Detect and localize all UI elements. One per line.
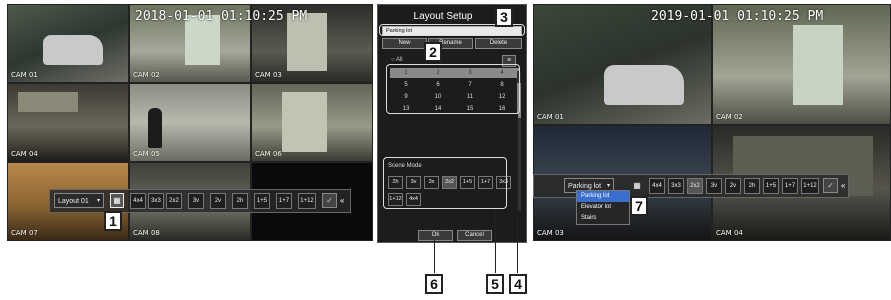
callout-5: 5	[486, 274, 504, 294]
layout-setup-icon: ▦	[113, 196, 121, 205]
layout-select-value: Parking lot	[568, 183, 602, 190]
all-checkbox[interactable]: ○ All	[391, 57, 403, 63]
callout-7: 7	[630, 196, 648, 216]
delete-button[interactable]: Delete	[475, 38, 522, 49]
split-1plus5-button[interactable]: 1+5	[254, 193, 270, 209]
split-1plus7-button[interactable]: 1+7	[782, 178, 798, 194]
layout-select[interactable]: Layout 01 ▾	[54, 193, 104, 208]
layout-setup-button[interactable]: ▦	[110, 193, 124, 208]
chevron-down-icon: ▾	[96, 198, 100, 204]
layout-select-value: Layout 01	[58, 198, 89, 205]
highlight-channel-grid	[386, 64, 520, 114]
new-button[interactable]: New	[382, 38, 427, 49]
split-2x2-button[interactable]: 2x2	[166, 193, 182, 209]
camera-label: CAM 03	[255, 71, 282, 79]
split-3v-button[interactable]: 3v	[188, 193, 204, 209]
right-screen: CAM 01 CAM 02 CAM 03 CAM 04 2019-01-01 0…	[533, 4, 891, 241]
checkmark-icon[interactable]: ✓	[823, 178, 838, 193]
callout-leader-6	[434, 240, 435, 273]
split-1plus12-button[interactable]: 1+12	[298, 193, 316, 209]
collapse-toolbar-button[interactable]: «	[841, 178, 847, 193]
timestamp: 2018-01-01 01:10:25 PM	[135, 9, 308, 24]
callout-leader-4	[517, 114, 518, 273]
split-2x2-button[interactable]: 2x2	[687, 178, 703, 194]
layout-setup-icon: ▦	[633, 181, 641, 190]
camera-tile-6[interactable]: CAM 06	[251, 83, 373, 162]
split-4x4-button[interactable]: 4x4	[649, 178, 665, 194]
camera-label: CAM 04	[716, 229, 743, 237]
split-3v-button[interactable]: 3v	[706, 178, 722, 194]
callout-6: 6	[425, 274, 443, 294]
cancel-button[interactable]: Cancel	[457, 230, 492, 241]
layout-setup-button[interactable]: ▦	[630, 178, 644, 193]
camera-label: CAM 02	[716, 113, 743, 121]
collapse-toolbar-button[interactable]: «	[340, 193, 348, 208]
split-2h-button[interactable]: 2h	[744, 178, 760, 194]
camera-tile-1[interactable]: CAM 01	[7, 4, 129, 83]
dropdown-item-parking-lot[interactable]: Parking lot	[577, 191, 629, 202]
highlight-scene-mode	[383, 157, 507, 209]
camera-label: CAM 08	[133, 229, 160, 237]
split-2v-button[interactable]: 2v	[725, 178, 741, 194]
split-2v-button[interactable]: 2v	[210, 193, 226, 209]
layout-dropdown-list: Parking lot Elevator lot Stairs	[576, 190, 630, 225]
split-2h-button[interactable]: 2h	[232, 193, 248, 209]
left-screen: CAM 01 CAM 02 CAM 03 CAM 04 CAM 05 CAM 0…	[7, 4, 373, 241]
timestamp: 2019-01-01 01:10:25 PM	[651, 9, 824, 24]
camera-label: CAM 01	[537, 113, 564, 121]
checkbox-icon: ○	[391, 57, 395, 63]
dropdown-item-elevator-lot[interactable]: Elevator lot	[577, 202, 629, 213]
camera-label: CAM 02	[133, 71, 160, 79]
camera-label: CAM 07	[11, 229, 38, 237]
callout-2: 2	[424, 42, 442, 62]
split-1plus5-button[interactable]: 1+5	[763, 178, 779, 194]
camera-label: CAM 04	[11, 150, 38, 158]
split-1plus12-button[interactable]: 1+12	[801, 178, 819, 194]
dialog-title: Layout Setup	[413, 11, 473, 22]
callout-1: 1	[104, 211, 122, 231]
callout-4: 4	[509, 274, 527, 294]
callout-3: 3	[495, 7, 513, 27]
camera-label: CAM 03	[537, 229, 564, 237]
callout-leader-5	[495, 209, 496, 273]
layout-toolbar: Layout 01 ▾ ▦ 4x4 3x3 2x2 3v 2v 2h 1+5 1…	[49, 189, 351, 213]
dropdown-item-stairs[interactable]: Stairs	[577, 213, 629, 224]
split-3x3-button[interactable]: 3x3	[148, 193, 164, 209]
checkmark-icon[interactable]: ✓	[322, 193, 337, 208]
all-label: All	[395, 57, 403, 63]
split-1plus7-button[interactable]: 1+7	[276, 193, 292, 209]
ok-button[interactable]: Ok	[418, 230, 453, 241]
split-3x3-button[interactable]: 3x3	[668, 178, 684, 194]
camera-label: CAM 06	[255, 150, 282, 158]
camera-label: CAM 05	[133, 150, 160, 158]
split-4x4-button[interactable]: 4x4	[130, 193, 146, 209]
camera-tile-4[interactable]: CAM 04	[7, 83, 129, 162]
camera-tile-5[interactable]: CAM 05	[129, 83, 251, 162]
camera-label: CAM 01	[11, 71, 38, 79]
